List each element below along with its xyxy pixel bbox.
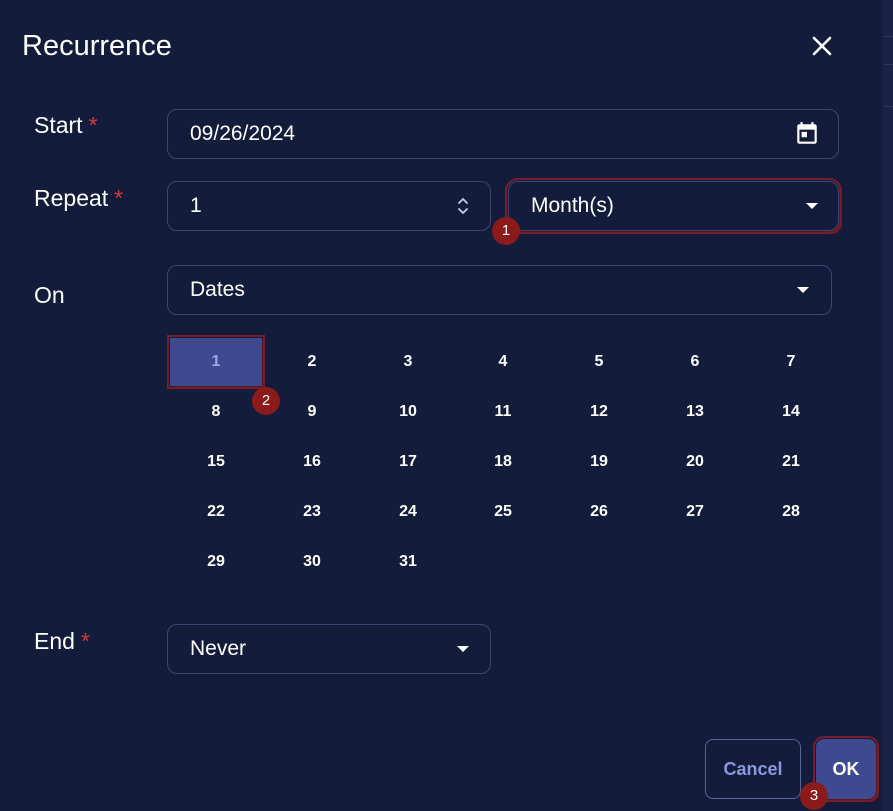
annotation-badge-1: 1 <box>492 217 520 245</box>
day-option-10[interactable]: 10 <box>362 388 454 436</box>
start-label: Start * <box>34 112 98 139</box>
repeat-interval-stepper[interactable]: 1 <box>167 181 491 231</box>
day-option-7[interactable]: 7 <box>745 338 837 386</box>
on-mode-select[interactable]: Dates <box>167 265 832 315</box>
calendar-icon[interactable] <box>794 121 820 147</box>
on-mode-value: Dates <box>190 278 245 301</box>
day-option-18[interactable]: 18 <box>457 438 549 486</box>
on-label: On <box>34 282 65 308</box>
day-option-22[interactable]: 22 <box>170 488 262 536</box>
day-option-19[interactable]: 19 <box>553 438 645 486</box>
day-option-20[interactable]: 20 <box>649 438 741 486</box>
chevron-down-icon <box>806 203 818 209</box>
repeat-label-text: Repeat <box>34 185 109 211</box>
day-option-29[interactable]: 29 <box>170 538 262 586</box>
repeat-unit-value: Month(s) <box>531 194 614 217</box>
spinner-arrows-icon[interactable] <box>456 195 470 217</box>
annotation-badge-2: 2 <box>252 387 280 415</box>
day-option-21[interactable]: 21 <box>745 438 837 486</box>
end-label: End * <box>34 628 90 655</box>
day-option-13[interactable]: 13 <box>649 388 741 436</box>
day-option-30[interactable]: 30 <box>266 538 358 586</box>
repeat-interval-value: 1 <box>190 194 202 217</box>
start-label-text: Start <box>34 112 83 138</box>
day-option-5[interactable]: 5 <box>553 338 645 386</box>
start-date-value: 09/26/2024 <box>190 122 296 145</box>
chevron-down-icon <box>797 287 809 293</box>
end-label-text: End <box>34 628 75 654</box>
day-option-28[interactable]: 28 <box>745 488 837 536</box>
start-date-field[interactable]: 09/26/2024 <box>167 109 839 159</box>
day-option-6[interactable]: 6 <box>649 338 741 386</box>
day-option-8[interactable]: 8 <box>170 388 262 436</box>
day-option-23[interactable]: 23 <box>266 488 358 536</box>
chevron-down-icon <box>457 646 469 652</box>
start-required-mark: * <box>88 112 98 138</box>
day-option-3[interactable]: 3 <box>362 338 454 386</box>
annotation-badge-3: 3 <box>800 782 828 810</box>
day-option-4[interactable]: 4 <box>457 338 549 386</box>
day-option-16[interactable]: 16 <box>266 438 358 486</box>
close-button[interactable] <box>806 30 838 62</box>
day-option-2[interactable]: 2 <box>266 338 358 386</box>
day-option-31[interactable]: 31 <box>362 538 454 586</box>
dialog-title: Recurrence <box>22 30 172 62</box>
day-option-25[interactable]: 25 <box>457 488 549 536</box>
day-option-14[interactable]: 14 <box>745 388 837 436</box>
repeat-unit-select[interactable]: Month(s) <box>505 178 842 234</box>
day-option-24[interactable]: 24 <box>362 488 454 536</box>
cancel-button[interactable]: Cancel <box>705 739 801 799</box>
day-option-17[interactable]: 17 <box>362 438 454 486</box>
end-required-mark: * <box>80 628 90 654</box>
day-option-11[interactable]: 11 <box>457 388 549 436</box>
day-option-1[interactable]: 1 <box>167 335 265 389</box>
day-option-12[interactable]: 12 <box>553 388 645 436</box>
repeat-required-mark: * <box>114 185 124 211</box>
day-option-27[interactable]: 27 <box>649 488 741 536</box>
repeat-label: Repeat * <box>34 185 123 212</box>
day-option-26[interactable]: 26 <box>553 488 645 536</box>
end-value: Never <box>190 637 247 660</box>
day-option-9[interactable]: 9 <box>266 388 358 436</box>
end-select[interactable]: Never <box>167 624 491 674</box>
background-window-edge <box>883 0 893 811</box>
close-icon <box>812 36 832 56</box>
day-option-15[interactable]: 15 <box>170 438 262 486</box>
